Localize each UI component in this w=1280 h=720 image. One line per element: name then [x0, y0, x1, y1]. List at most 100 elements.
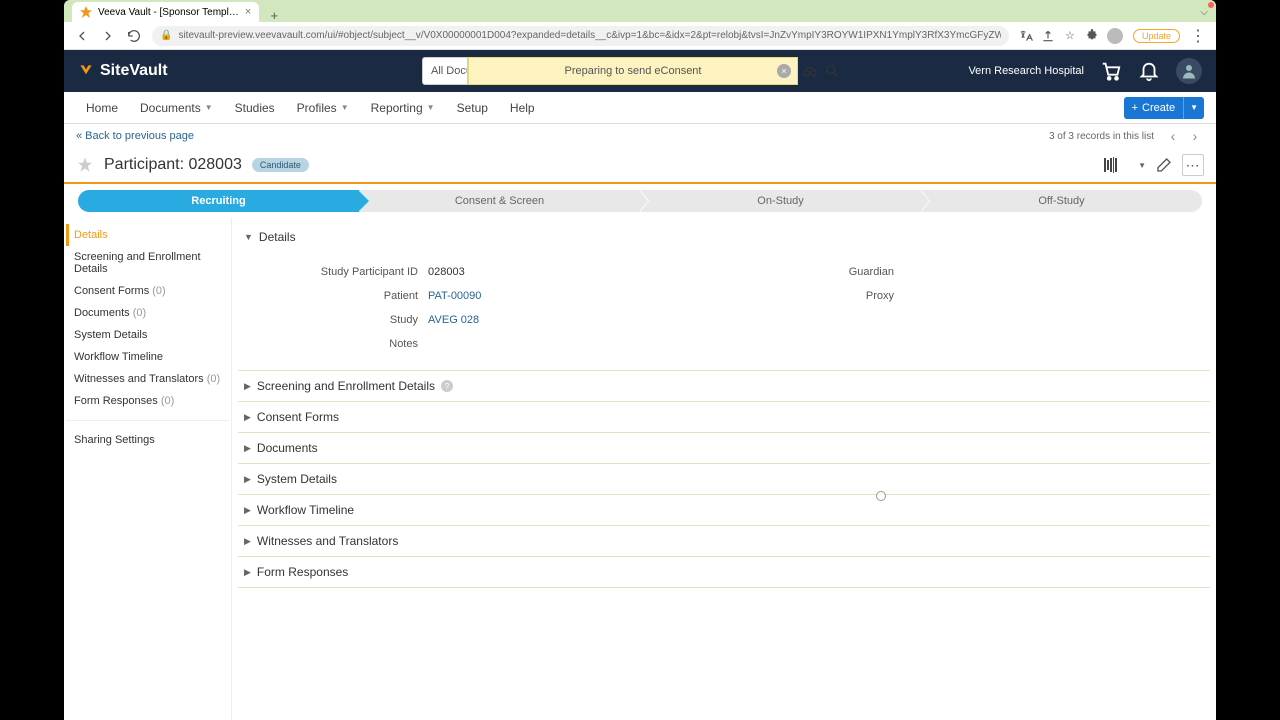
- nav-help[interactable]: Help: [500, 101, 545, 115]
- sidebar-item-consent[interactable]: Consent Forms (0): [66, 280, 229, 302]
- step-recruiting[interactable]: Recruiting: [78, 190, 359, 212]
- section-sidebar: Details Screening and Enrollment Details…: [64, 218, 232, 720]
- logo-icon: [78, 63, 94, 79]
- patient-link[interactable]: PAT-00090: [428, 290, 481, 302]
- org-name: Vern Research Hospital: [968, 65, 1084, 77]
- sidebar-item-screening[interactable]: Screening and Enrollment Details: [66, 246, 229, 280]
- url-text: sitevault-preview.veevavault.com/ui/#obj…: [178, 30, 1001, 41]
- sidebar-item-witnesses[interactable]: Witnesses and Translators (0): [66, 368, 229, 390]
- chevron-down-icon[interactable]: ▼: [1138, 161, 1146, 170]
- reload-button[interactable]: [126, 28, 142, 44]
- browser-tabbar: Veeva Vault - [Sponsor Templ… × + ⌵: [64, 0, 1216, 22]
- more-actions-button[interactable]: ⋯: [1182, 154, 1204, 176]
- section-documents: ▶Documents: [238, 433, 1210, 464]
- nav-documents[interactable]: Documents▼: [130, 101, 223, 115]
- section-workflow: ▶Workflow Timeline: [238, 495, 1210, 526]
- nav-home[interactable]: Home: [76, 101, 128, 115]
- field-row: Study Participant ID028003: [248, 260, 724, 284]
- page-title: Participant: 028003: [104, 156, 242, 174]
- section-header-details[interactable]: ▼Details: [238, 222, 1210, 252]
- user-avatar[interactable]: [1176, 58, 1202, 84]
- toast-banner: Preparing to send eConsent ×: [468, 57, 798, 85]
- main-nav: Home Documents▼ Studies Profiles▼ Report…: [64, 92, 1216, 124]
- nav-setup[interactable]: Setup: [447, 101, 498, 115]
- sidebar-item-system[interactable]: System Details: [66, 324, 229, 346]
- study-link[interactable]: AVEG 028: [428, 314, 479, 326]
- sidebar-item-documents[interactable]: Documents (0): [66, 302, 229, 324]
- search-icon[interactable]: [824, 63, 840, 79]
- section-header-documents[interactable]: ▶Documents: [238, 433, 1210, 463]
- lifecycle-stepper: Recruiting Consent & Screen On-Study Off…: [64, 184, 1216, 218]
- step-consent[interactable]: Consent & Screen: [359, 190, 640, 212]
- main-panel: ▼Details Study Participant ID028003 Pati…: [232, 218, 1216, 720]
- create-button[interactable]: +Create ▼: [1124, 97, 1204, 119]
- sidebar-item-sharing[interactable]: Sharing Settings: [66, 429, 229, 451]
- bell-icon[interactable]: [1138, 60, 1160, 82]
- next-record-button[interactable]: ›: [1186, 127, 1204, 145]
- prev-record-button[interactable]: ‹: [1164, 127, 1182, 145]
- new-tab-button[interactable]: +: [267, 8, 281, 22]
- favicon: [80, 6, 92, 18]
- back-link[interactable]: « Back to previous page: [76, 130, 194, 142]
- help-icon[interactable]: ?: [441, 380, 453, 392]
- tab-close-icon[interactable]: ×: [245, 6, 251, 18]
- toast-text: Preparing to send eConsent: [565, 65, 702, 77]
- cursor-icon: [876, 491, 886, 501]
- logo[interactable]: SiteVault: [78, 62, 168, 80]
- create-dropdown[interactable]: ▼: [1184, 103, 1204, 112]
- browser-menu-icon[interactable]: ⋮: [1190, 28, 1206, 44]
- page-title-row: Participant: 028003 Candidate ▼ ⋯: [64, 148, 1216, 182]
- section-header-screening[interactable]: ▶Screening and Enrollment Details?: [238, 371, 1210, 401]
- binoculars-icon[interactable]: [802, 63, 818, 79]
- edit-icon[interactable]: [1156, 157, 1172, 173]
- status-badge: Candidate: [252, 158, 309, 172]
- section-header-consent[interactable]: ▶Consent Forms: [238, 402, 1210, 432]
- tab-title: Veeva Vault - [Sponsor Templ…: [98, 7, 239, 18]
- app-header: SiteVault All Docum Preparing to send eC…: [64, 50, 1216, 92]
- search-scope-select[interactable]: All Docum: [422, 57, 468, 85]
- section-screening: ▶Screening and Enrollment Details?: [238, 371, 1210, 402]
- sidebar-item-forms[interactable]: Form Responses (0): [66, 390, 229, 412]
- section-system: ▶System Details: [238, 464, 1210, 495]
- url-bar[interactable]: 🔒 sitevault-preview.veevavault.com/ui/#o…: [152, 26, 1009, 46]
- section-header-forms[interactable]: ▶Form Responses: [238, 557, 1210, 587]
- field-row: StudyAVEG 028: [248, 308, 724, 332]
- sidebar-item-details[interactable]: Details: [66, 224, 229, 246]
- field-row: Proxy: [724, 284, 1200, 308]
- section-details: ▼Details Study Participant ID028003 Pati…: [238, 222, 1210, 371]
- toast-close-icon[interactable]: ×: [777, 64, 791, 78]
- browser-addressbar: 🔒 sitevault-preview.veevavault.com/ui/#o…: [64, 22, 1216, 50]
- section-header-witnesses[interactable]: ▶Witnesses and Translators: [238, 526, 1210, 556]
- sidebar-item-workflow[interactable]: Workflow Timeline: [66, 346, 229, 368]
- section-witnesses: ▶Witnesses and Translators: [238, 526, 1210, 557]
- field-row: Guardian: [724, 260, 1200, 284]
- field-row: PatientPAT-00090: [248, 284, 724, 308]
- step-onstudy[interactable]: On-Study: [640, 190, 921, 212]
- forward-button[interactable]: [100, 28, 116, 44]
- favorite-icon[interactable]: [76, 156, 94, 174]
- star-icon[interactable]: ☆: [1063, 29, 1077, 43]
- nav-studies[interactable]: Studies: [225, 101, 285, 115]
- section-forms: ▶Form Responses: [238, 557, 1210, 588]
- step-offstudy[interactable]: Off-Study: [921, 190, 1202, 212]
- nav-profiles[interactable]: Profiles▼: [287, 101, 359, 115]
- lock-icon: 🔒: [160, 30, 172, 41]
- context-row: « Back to previous page 3 of 3 records i…: [64, 124, 1216, 148]
- send-icon[interactable]: [1041, 29, 1055, 43]
- translate-icon[interactable]: [1019, 29, 1033, 43]
- browser-tab[interactable]: Veeva Vault - [Sponsor Templ… ×: [72, 2, 259, 22]
- section-header-workflow[interactable]: ▶Workflow Timeline: [238, 495, 1210, 525]
- profile-avatar[interactable]: [1107, 28, 1123, 44]
- tabs-overflow-icon[interactable]: ⌵: [1200, 7, 1208, 18]
- cart-icon[interactable]: [1100, 60, 1122, 82]
- field-row: Notes: [248, 332, 724, 356]
- nav-reporting[interactable]: Reporting▼: [361, 101, 445, 115]
- section-consent: ▶Consent Forms: [238, 402, 1210, 433]
- record-count: 3 of 3 records in this list: [1049, 131, 1154, 142]
- back-button[interactable]: [74, 28, 90, 44]
- extension-icon[interactable]: [1085, 29, 1099, 43]
- logo-text: SiteVault: [100, 62, 168, 80]
- section-header-system[interactable]: ▶System Details: [238, 464, 1210, 494]
- update-button[interactable]: Update: [1133, 29, 1180, 43]
- lifecycle-icon[interactable]: [1104, 157, 1126, 173]
